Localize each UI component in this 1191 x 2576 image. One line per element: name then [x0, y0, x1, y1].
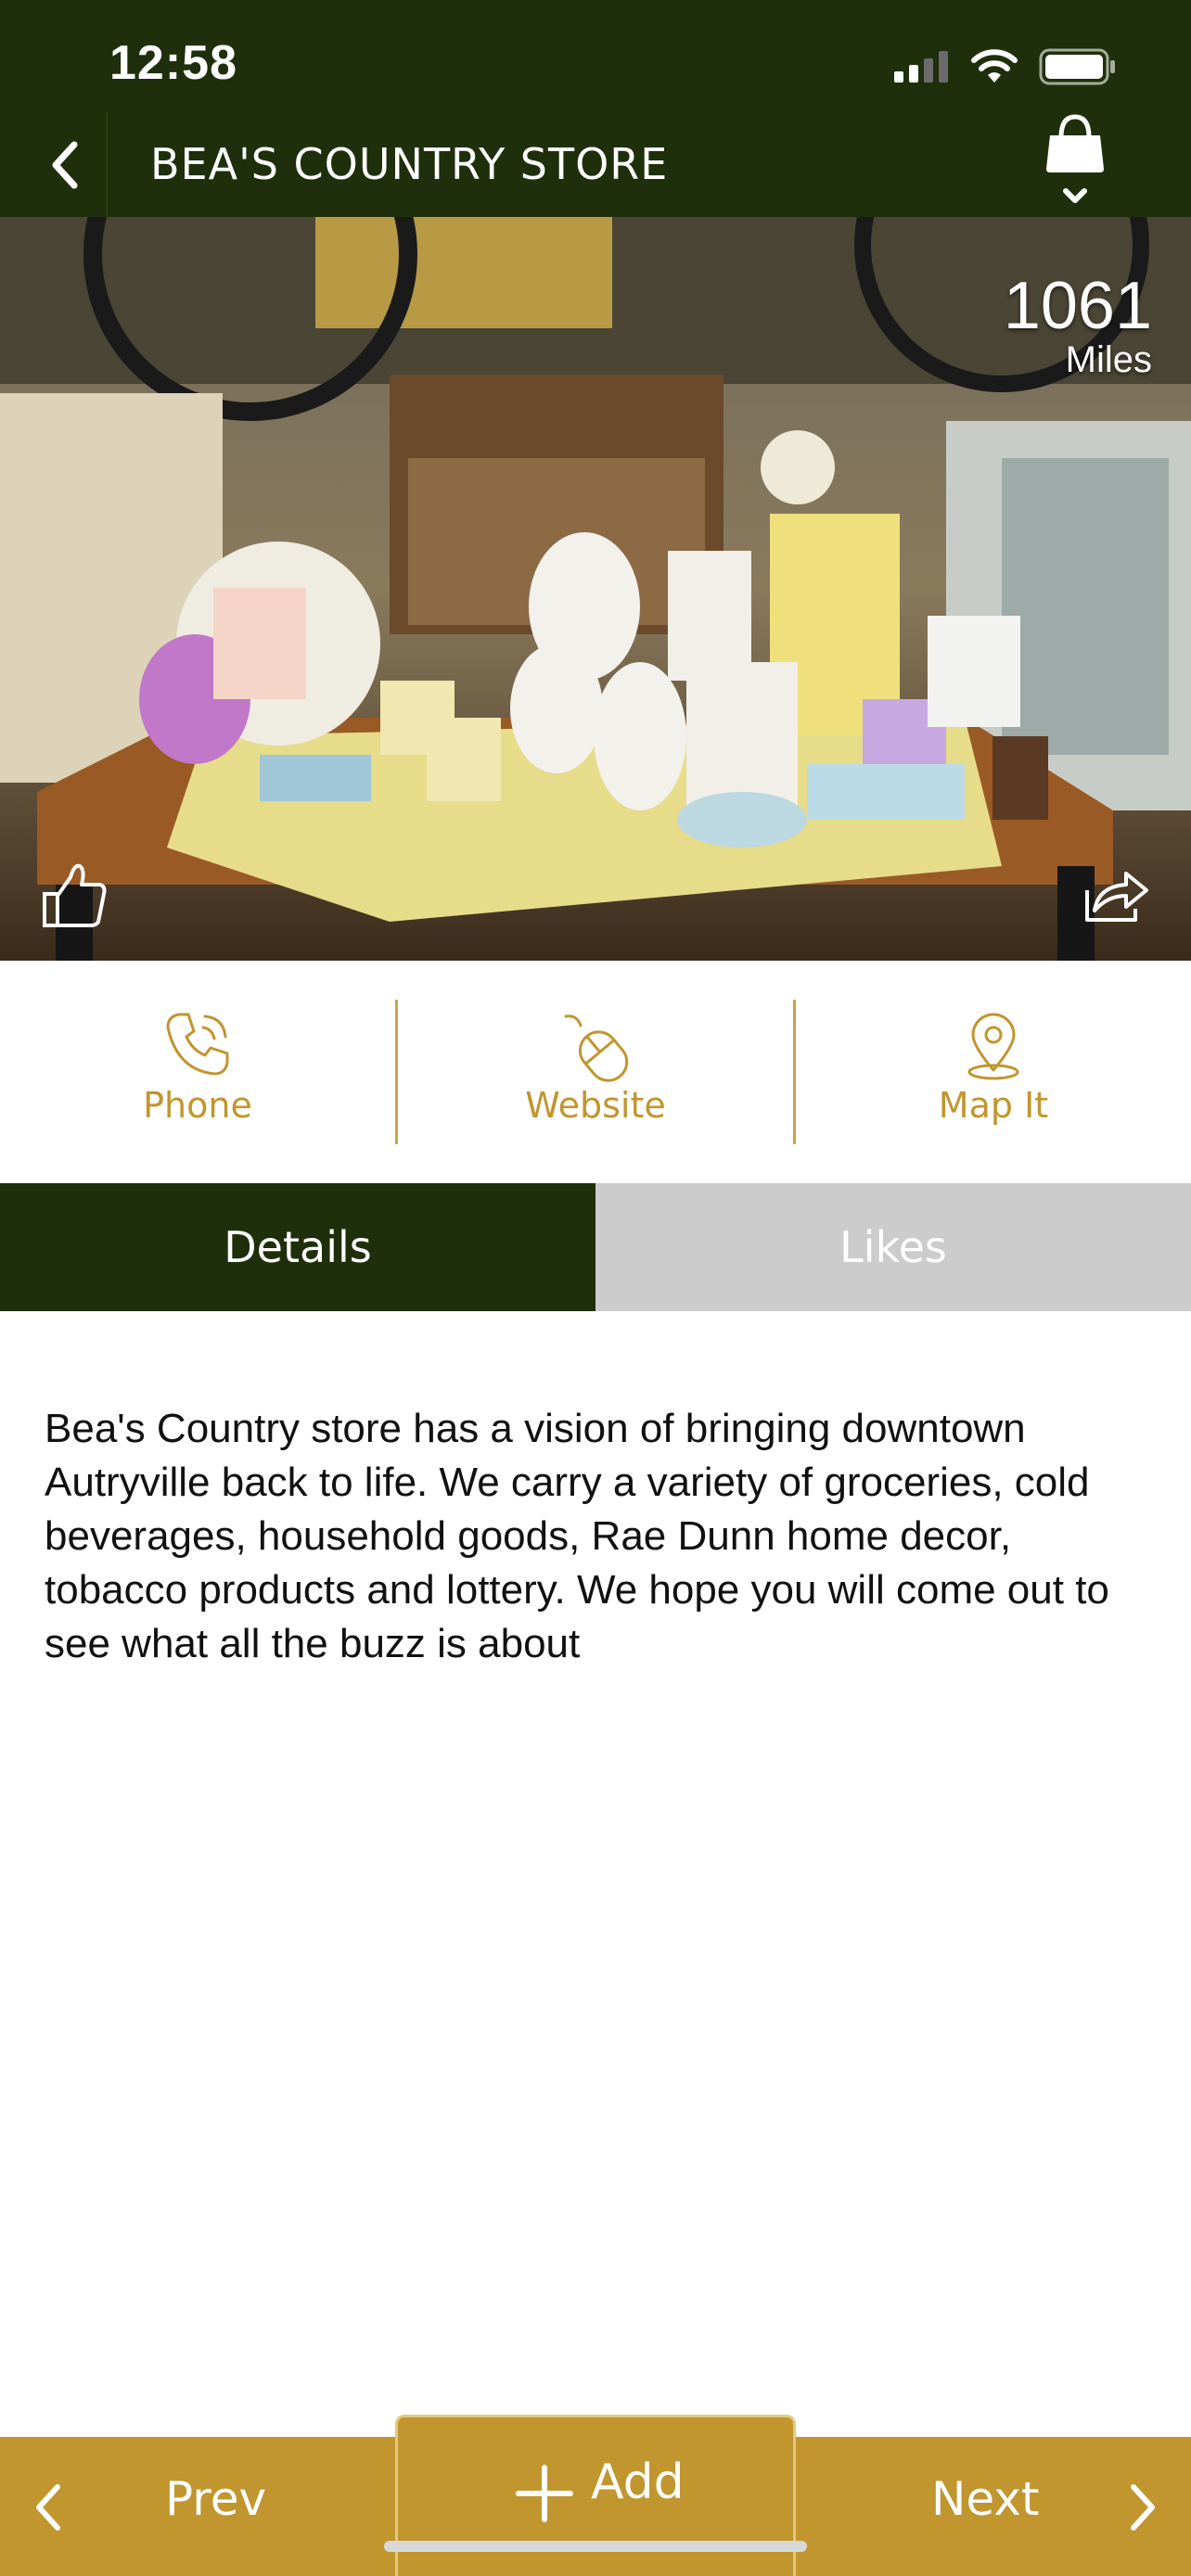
prev-label: Prev — [165, 2472, 267, 2526]
chevron-right-icon — [1131, 2484, 1155, 2531]
plus-icon — [516, 2465, 573, 2522]
share-icon — [1085, 872, 1148, 922]
chevron-left-icon — [52, 141, 78, 189]
action-bar: Phone Website Map It — [0, 961, 1191, 1183]
shopping-bag-button[interactable] — [1033, 111, 1117, 217]
distance-unit: Miles — [1065, 339, 1152, 380]
nav-bar: BEA'S COUNTRY STORE — [0, 111, 1191, 217]
map-it-label: Map It — [938, 1085, 1049, 1126]
back-button[interactable] — [28, 128, 102, 202]
map-it-button[interactable]: Map It — [796, 961, 1191, 1183]
mouse-icon — [564, 1014, 629, 1082]
phone-icon — [166, 1013, 229, 1076]
signal-icon — [894, 51, 948, 83]
home-indicator[interactable] — [384, 2541, 807, 2552]
like-button[interactable] — [37, 857, 111, 931]
nav-divider — [106, 111, 108, 217]
store-photo: 1061 Miles — [0, 217, 1191, 961]
battery-icon — [1039, 48, 1115, 85]
distance-badge: 1061 Miles — [1004, 273, 1152, 380]
phone-button[interactable]: Phone — [0, 961, 395, 1183]
page-title: BEA'S COUNTRY STORE — [150, 139, 669, 189]
shopping-bag-icon — [1046, 114, 1104, 203]
status-time: 12:58 — [109, 36, 237, 90]
website-label: Website — [525, 1085, 666, 1126]
website-button[interactable]: Website — [398, 961, 793, 1183]
next-label: Next — [931, 2472, 1040, 2526]
distance-value: 1061 — [1003, 269, 1152, 343]
share-button[interactable] — [1080, 859, 1154, 933]
chevron-left-icon — [36, 2484, 60, 2531]
thumbs-up-icon — [43, 863, 107, 927]
tab-likes[interactable]: Likes — [596, 1183, 1191, 1311]
add-label: Add — [591, 2455, 685, 2510]
tab-bar: Details Likes — [0, 1183, 1191, 1311]
status-icons — [894, 48, 1117, 85]
next-button[interactable]: Next — [796, 2437, 1191, 2576]
map-pin-icon — [967, 1013, 1019, 1080]
phone-label: Phone — [143, 1085, 252, 1126]
status-bar: 12:58 — [0, 0, 1191, 111]
details-description: Bea's Country store has a vision of brin… — [45, 1406, 1109, 1666]
wifi-icon — [971, 49, 1018, 83]
tab-details[interactable]: Details — [0, 1183, 596, 1311]
prev-button[interactable]: Prev — [0, 2437, 395, 2576]
